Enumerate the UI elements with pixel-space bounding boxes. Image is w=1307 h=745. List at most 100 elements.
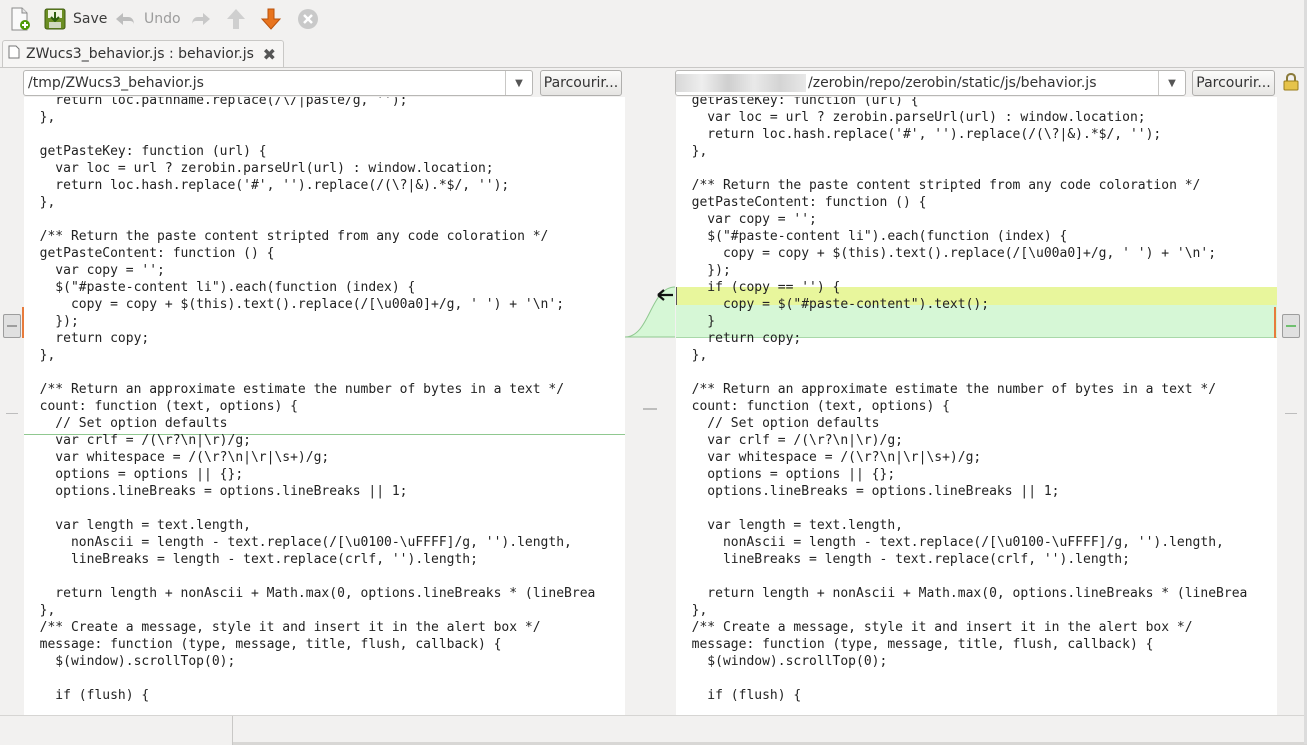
toolbar: Save Undo <box>0 0 1307 38</box>
left-code-pane[interactable]: return loc.pathname.replace(/\/|paste/g,… <box>24 97 625 715</box>
code-line[interactable]: var copy = ''; <box>24 262 595 279</box>
code-line[interactable]: if (flush) { <box>24 687 595 704</box>
left-overview-gutter[interactable] <box>2 97 22 715</box>
code-line[interactable]: if (flush) { <box>676 687 1247 704</box>
new-button[interactable] <box>8 5 32 33</box>
code-line[interactable]: options = options || {}; <box>676 466 1247 483</box>
code-line[interactable]: lineBreaks = length - text.replace(crlf,… <box>676 551 1247 568</box>
code-line[interactable]: var length = text.length, <box>24 517 595 534</box>
code-line[interactable]: }, <box>24 109 595 126</box>
code-line[interactable]: var crlf = /(\r?\n|\r)/g; <box>24 432 595 449</box>
code-line[interactable]: options = options || {}; <box>24 466 595 483</box>
code-line[interactable] <box>24 568 595 585</box>
code-line[interactable]: return loc.hash.replace('#', '').replace… <box>676 126 1247 143</box>
code-line[interactable]: $(window).scrollTop(0); <box>24 653 595 670</box>
code-line[interactable] <box>24 500 595 517</box>
code-line[interactable]: getPasteContent: function () { <box>24 245 595 262</box>
link-map[interactable] <box>625 97 675 715</box>
code-line[interactable]: if (copy == '') { <box>676 279 1247 296</box>
code-line[interactable]: // Set option defaults <box>676 415 1247 432</box>
code-line[interactable]: }); <box>676 262 1247 279</box>
code-line[interactable]: $("#paste-content li").each(function (in… <box>24 279 595 296</box>
code-line[interactable]: }, <box>24 194 595 211</box>
code-line[interactable]: getPasteContent: function () { <box>676 194 1247 211</box>
code-line[interactable] <box>676 568 1247 585</box>
code-line[interactable]: count: function (text, options) { <box>676 398 1247 415</box>
redo-button[interactable] <box>188 5 212 33</box>
right-browse-button[interactable]: Parcourir... <box>1192 70 1275 96</box>
chevron-down-icon[interactable]: ▼ <box>1158 71 1185 95</box>
right-code-pane[interactable]: getPasteKey: function (url) { var loc = … <box>676 97 1277 715</box>
code-line[interactable]: var loc = url ? zerobin.parseUrl(url) : … <box>24 160 595 177</box>
code-line[interactable]: return copy; <box>676 330 1247 347</box>
code-line[interactable]: /** Return an approximate estimate the n… <box>676 381 1247 398</box>
code-line[interactable]: var crlf = /(\r?\n|\r)/g; <box>676 432 1247 449</box>
code-line[interactable] <box>24 211 595 228</box>
code-line[interactable]: nonAscii = length - text.replace(/[\u010… <box>24 534 595 551</box>
code-line[interactable] <box>676 670 1247 687</box>
stop-button[interactable] <box>296 5 320 33</box>
undo-button[interactable]: Undo <box>114 5 181 33</box>
code-line[interactable]: $(window).scrollTop(0); <box>676 653 1247 670</box>
code-line[interactable]: copy = copy + $(this).text().replace(/[\… <box>24 296 595 313</box>
code-line[interactable]: var whitespace = /(\r?\n|\r|\s+)/g; <box>676 449 1247 466</box>
code-line[interactable]: /** Return the paste content stripted fr… <box>24 228 595 245</box>
left-browse-button[interactable]: Parcourir... <box>540 70 622 96</box>
code-line[interactable]: nonAscii = length - text.replace(/[\u010… <box>676 534 1247 551</box>
status-separator <box>232 716 233 745</box>
code-line[interactable]: var length = text.length, <box>676 517 1247 534</box>
code-line[interactable]: }, <box>24 347 595 364</box>
code-line[interactable] <box>676 500 1247 517</box>
right-overview-gutter[interactable] <box>1281 97 1301 715</box>
code-line[interactable]: options.lineBreaks = options.lineBreaks … <box>676 483 1247 500</box>
code-line[interactable]: count: function (text, options) { <box>24 398 595 415</box>
code-line[interactable]: message: function (type, message, title,… <box>676 636 1247 653</box>
code-line[interactable]: $("#paste-content li").each(function (in… <box>676 228 1247 245</box>
save-button[interactable]: Save <box>43 5 107 33</box>
right-path-combo[interactable]: /zerobin/repo/zerobin/static/js/behavior… <box>675 70 1186 96</box>
code-line[interactable]: return loc.pathname.replace(/\/|paste/g,… <box>24 97 595 109</box>
code-line[interactable]: /** Create a message, style it and inser… <box>676 619 1247 636</box>
code-line[interactable]: options.lineBreaks = options.lineBreaks … <box>24 483 595 500</box>
code-line[interactable]: }, <box>676 347 1247 364</box>
code-line[interactable]: getPasteKey: function (url) { <box>24 143 595 160</box>
code-line[interactable]: }); <box>24 313 595 330</box>
code-line[interactable]: }, <box>676 143 1247 160</box>
code-line[interactable]: /** Create a message, style it and inser… <box>24 619 595 636</box>
undo-icon <box>114 7 138 31</box>
right-chunk-marker <box>1274 307 1276 338</box>
code-line[interactable]: message: function (type, message, title,… <box>24 636 595 653</box>
code-line[interactable]: var copy = ''; <box>676 211 1247 228</box>
code-line[interactable]: /** Return the paste content stripted fr… <box>676 177 1247 194</box>
previous-change-button[interactable] <box>224 5 248 33</box>
left-change-marker[interactable] <box>3 314 21 338</box>
code-line[interactable]: return loc.hash.replace('#', '').replace… <box>24 177 595 194</box>
code-line[interactable]: var loc = url ? zerobin.parseUrl(url) : … <box>676 109 1247 126</box>
next-change-button[interactable] <box>259 5 283 33</box>
code-line[interactable]: } <box>676 313 1247 330</box>
close-icon[interactable]: ✖ <box>263 45 276 64</box>
code-line[interactable]: }, <box>676 602 1247 619</box>
code-line[interactable] <box>676 364 1247 381</box>
code-line[interactable]: // Set option defaults <box>24 415 595 432</box>
code-line[interactable]: return length + nonAscii + Math.max(0, o… <box>676 585 1247 602</box>
left-chunk-marker <box>22 307 24 338</box>
code-line[interactable]: }, <box>24 602 595 619</box>
code-line[interactable]: copy = copy + $(this).text().replace(/[\… <box>676 245 1247 262</box>
code-line[interactable]: /** Return an approximate estimate the n… <box>24 381 595 398</box>
code-line[interactable]: var whitespace = /(\r?\n|\r|\s+)/g; <box>24 449 595 466</box>
chevron-down-icon[interactable]: ▼ <box>505 71 532 95</box>
left-path-combo[interactable]: /tmp/ZWucs3_behavior.js ▼ <box>23 70 533 96</box>
right-change-marker[interactable] <box>1282 314 1300 338</box>
code-line[interactable] <box>24 126 595 143</box>
code-line[interactable]: copy = $("#paste-content").text(); <box>676 296 1247 313</box>
code-line[interactable]: getPasteKey: function (url) { <box>676 97 1247 109</box>
code-line[interactable]: return copy; <box>24 330 595 347</box>
code-line[interactable] <box>24 364 595 381</box>
code-line[interactable] <box>676 160 1247 177</box>
code-line[interactable]: lineBreaks = length - text.replace(crlf,… <box>24 551 595 568</box>
tab-comparison[interactable]: ZWucs3_behavior.js : behavior.js ✖ <box>2 40 284 67</box>
code-line[interactable] <box>24 670 595 687</box>
code-line[interactable]: return length + nonAscii + Math.max(0, o… <box>24 585 595 602</box>
left-code: return loc.pathname.replace(/\/|paste/g,… <box>24 97 596 704</box>
